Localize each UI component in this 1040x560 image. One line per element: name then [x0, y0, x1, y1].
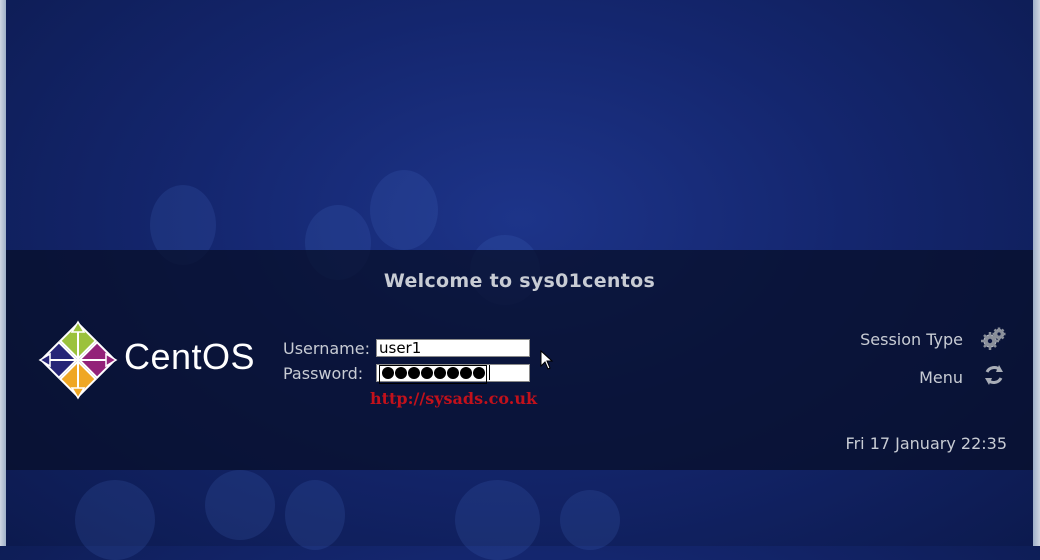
password-dot	[421, 367, 433, 379]
window-frame-right	[1033, 0, 1040, 546]
watermark-link: http://sysads.co.uk	[370, 389, 538, 408]
centos-logo-icon	[38, 320, 118, 400]
password-dot	[434, 367, 446, 379]
password-dot	[382, 367, 394, 379]
session-type-label[interactable]: Session Type	[860, 330, 963, 349]
welcome-title: Welcome to sys01centos	[383, 270, 656, 292]
password-dot	[395, 367, 407, 379]
username-field[interactable]: user1	[376, 339, 530, 357]
refresh-icon[interactable]	[981, 362, 1007, 388]
password-dot	[473, 367, 485, 379]
password-field[interactable]	[376, 364, 530, 384]
username-label: Username:	[283, 339, 370, 358]
menu-label[interactable]: Menu	[919, 368, 963, 387]
password-dot	[408, 367, 420, 379]
password-dot	[460, 367, 472, 379]
password-mask	[379, 365, 487, 384]
centos-logo: CentOS	[38, 320, 258, 400]
text-caret	[489, 365, 490, 380]
mouse-pointer-icon	[540, 350, 554, 370]
clock: Fri 17 January 22:35	[845, 434, 1007, 453]
password-label: Password:	[283, 364, 364, 383]
login-panel: Welcome to sys01centos CentOS Username: …	[6, 250, 1033, 470]
password-dot	[447, 367, 459, 379]
gears-icon[interactable]	[981, 326, 1007, 352]
logo-text: CentOS	[124, 336, 256, 377]
